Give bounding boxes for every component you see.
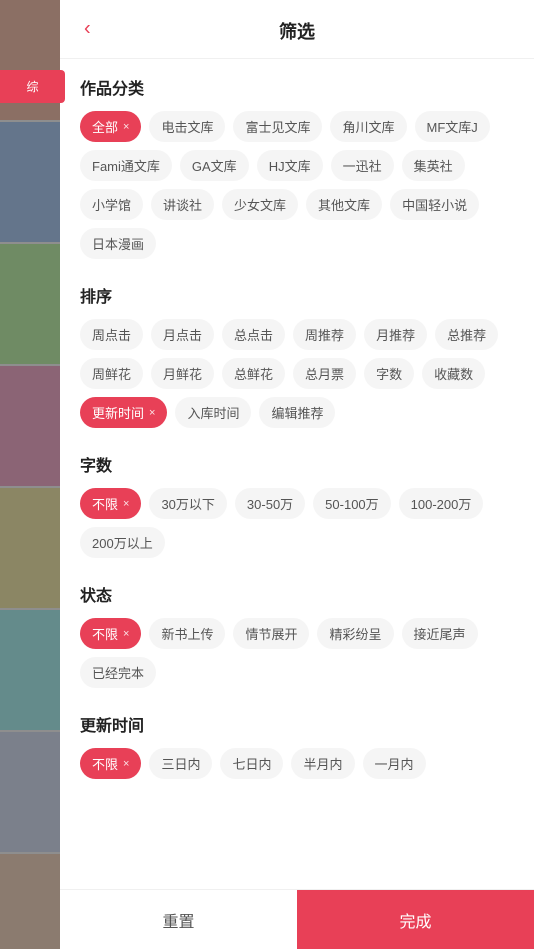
status-title: 状态 [80, 582, 514, 606]
filter-tag[interactable]: 总点击 [222, 319, 285, 350]
panel-header: ‹ 筛选 [60, 0, 534, 59]
reset-button[interactable]: 重置 [60, 890, 297, 949]
update-time-section: 更新时间 不限× 三日内七日内半月内一月内 [80, 712, 514, 779]
status-tags: 不限× 新书上传情节展开精彩纷呈接近尾声已经完本 [80, 618, 514, 688]
confirm-button[interactable]: 完成 [297, 890, 534, 949]
filter-tag[interactable]: 100-200万 [399, 488, 484, 519]
filter-tag[interactable]: 30万以下 [149, 488, 226, 519]
filter-tag[interactable]: 收藏数 [422, 358, 485, 389]
close-icon: × [123, 628, 129, 640]
category-title: 作品分类 [80, 75, 514, 99]
filter-tag[interactable]: 不限× [80, 748, 141, 779]
category-tags: 全部× 电击文库富士见文库角川文库 MF文库J Fami通文库 GA文库 HJ文库一迅社集… [80, 111, 514, 259]
filter-tag[interactable]: 半月内 [291, 748, 354, 779]
filter-tag[interactable]: 日本漫画 [80, 228, 156, 259]
filter-tag[interactable]: 一月内 [363, 748, 426, 779]
filter-tag[interactable]: 入库时间 [175, 397, 251, 428]
filter-tag[interactable]: 周推荐 [293, 319, 356, 350]
filter-tag[interactable]: 小学馆 [80, 189, 143, 220]
filter-tag[interactable]: 少女文库 [222, 189, 298, 220]
panel-title: 筛选 [279, 18, 315, 44]
filter-tag[interactable]: GA文库 [180, 150, 249, 181]
update-time-title: 更新时间 [80, 712, 514, 736]
filter-tag[interactable]: Fami通文库 [80, 150, 172, 181]
filter-tag[interactable]: 已经完本 [80, 657, 156, 688]
back-button[interactable]: ‹ [76, 14, 99, 45]
close-icon: × [123, 121, 129, 133]
filter-tag[interactable]: 30-50万 [235, 488, 305, 519]
filter-panel: ‹ 筛选 作品分类 全部× 电击文库富士见文库角川文库 MF文库J Fami通文库 GA… [60, 0, 534, 949]
filter-tag[interactable]: MF文库J [415, 111, 490, 142]
filter-tag[interactable]: 周点击 [80, 319, 143, 350]
filter-tag[interactable]: 总鲜花 [222, 358, 285, 389]
filter-tag[interactable]: 总月票 [293, 358, 356, 389]
filter-tag[interactable]: 50-100万 [313, 488, 390, 519]
filter-tag[interactable]: 三日内 [149, 748, 212, 779]
sidebar-tab[interactable]: 综 [0, 70, 65, 103]
update-time-tags: 不限× 三日内七日内半月内一月内 [80, 748, 514, 779]
filter-tag[interactable]: 角川文库 [330, 111, 406, 142]
close-icon: × [123, 758, 129, 770]
filter-tag[interactable]: 讲谈社 [151, 189, 214, 220]
filter-tag[interactable]: 总推荐 [435, 319, 498, 350]
filter-tag[interactable]: 字数 [364, 358, 414, 389]
filter-tag[interactable]: 集英社 [402, 150, 465, 181]
filter-tag[interactable]: 周鲜花 [80, 358, 143, 389]
filter-tag[interactable]: 情节展开 [233, 618, 309, 649]
filter-tag[interactable]: 200万以上 [80, 527, 165, 558]
sort-title: 排序 [80, 283, 514, 307]
panel-footer: 重置 完成 [60, 889, 534, 949]
wordcount-section: 字数 不限× 30万以下 30-50万 50-100万 100-200万 200万以上 [80, 452, 514, 558]
filter-tag[interactable]: 电击文库 [149, 111, 225, 142]
filter-tag[interactable]: 全部× [80, 111, 141, 142]
filter-content: 作品分类 全部× 电击文库富士见文库角川文库 MF文库J Fami通文库 GA文库 HJ文… [60, 59, 534, 889]
filter-tag[interactable]: 中国轻小说 [390, 189, 479, 220]
close-icon: × [149, 407, 155, 419]
close-icon: × [123, 498, 129, 510]
filter-tag[interactable]: 精彩纷呈 [317, 618, 393, 649]
filter-tag[interactable]: 不限× [80, 488, 141, 519]
filter-tag[interactable]: 新书上传 [149, 618, 225, 649]
sort-section: 排序 周点击月点击总点击周推荐月推荐总推荐周鲜花月鲜花总鲜花总月票字数收藏数更新… [80, 283, 514, 428]
filter-tag[interactable]: 富士见文库 [233, 111, 322, 142]
sort-tags: 周点击月点击总点击周推荐月推荐总推荐周鲜花月鲜花总鲜花总月票字数收藏数更新时间×… [80, 319, 514, 428]
filter-tag[interactable]: 不限× [80, 618, 141, 649]
wordcount-tags: 不限× 30万以下 30-50万 50-100万 100-200万 200万以上 [80, 488, 514, 558]
wordcount-title: 字数 [80, 452, 514, 476]
filter-tag[interactable]: 一迅社 [331, 150, 394, 181]
filter-tag[interactable]: 其他文库 [306, 189, 382, 220]
filter-tag[interactable]: 月鲜花 [151, 358, 214, 389]
category-section: 作品分类 全部× 电击文库富士见文库角川文库 MF文库J Fami通文库 GA文库 HJ文… [80, 75, 514, 259]
filter-tag[interactable]: 接近尾声 [402, 618, 478, 649]
filter-tag[interactable]: 月点击 [151, 319, 214, 350]
filter-tag[interactable]: HJ文库 [257, 150, 323, 181]
filter-tag[interactable]: 月推荐 [364, 319, 427, 350]
filter-tag[interactable]: 七日内 [220, 748, 283, 779]
filter-tag[interactable]: 更新时间× [80, 397, 167, 428]
status-section: 状态 不限× 新书上传情节展开精彩纷呈接近尾声已经完本 [80, 582, 514, 688]
filter-tag[interactable]: 编辑推荐 [259, 397, 335, 428]
